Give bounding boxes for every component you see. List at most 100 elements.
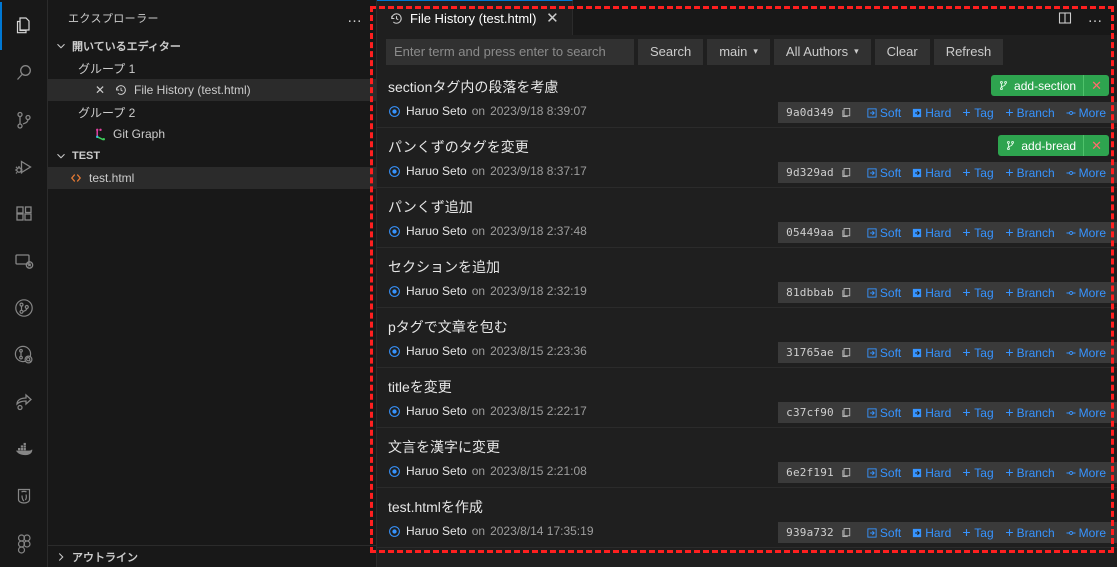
section-workspace-test[interactable]: TEST [48, 145, 376, 167]
hard-reset-action[interactable]: Hard [906, 226, 956, 240]
hard-reset-action[interactable]: Hard [906, 286, 956, 300]
add-branch-action[interactable]: Branch [999, 526, 1060, 540]
more-action[interactable]: More [1060, 166, 1111, 180]
search-input[interactable] [386, 38, 634, 65]
copy-hash-icon[interactable] [839, 225, 855, 241]
copy-hash-icon[interactable] [839, 165, 855, 181]
open-editor-file-history[interactable]: ✕ File History (test.html) [48, 79, 376, 101]
hard-reset-action[interactable]: Hard [906, 166, 956, 180]
hard-reset-action[interactable]: Hard [906, 406, 956, 420]
more-action[interactable]: More [1060, 226, 1111, 240]
more-icon [1065, 467, 1077, 479]
section-outline[interactable]: アウトライン [48, 545, 376, 567]
activity-item-postgresql[interactable] [0, 473, 48, 520]
run-debug-icon [12, 155, 36, 179]
commit-row[interactable]: sectionタグ内の段落を考慮 Haruo Seto on 2023/9/18 8:… [377, 68, 1117, 128]
refresh-button[interactable]: Refresh [933, 38, 1004, 65]
commit-row[interactable]: セクションを追加 Haruo Seto on 2023/9/18 2:32:19 81d… [377, 248, 1117, 308]
activity-item-search[interactable] [0, 49, 48, 96]
copy-hash-icon[interactable] [839, 465, 855, 481]
commit-row[interactable]: titleを変更 Haruo Seto on 2023/8/15 2:22:17 c37… [377, 368, 1117, 428]
section-open-editors[interactable]: 開いているエディター [48, 35, 376, 57]
branch-ref-badge[interactable]: add-section ✕ [991, 75, 1109, 96]
close-icon[interactable]: ✕ [92, 82, 108, 98]
copy-hash-icon[interactable] [839, 525, 855, 541]
soft-reset-action[interactable]: Soft [861, 286, 906, 300]
more-action[interactable]: More [1060, 466, 1111, 480]
add-branch-action[interactable]: Branch [999, 166, 1060, 180]
close-icon[interactable]: ✕ [1083, 135, 1109, 156]
add-branch-label: Branch [1016, 525, 1055, 540]
close-icon[interactable]: ✕ [1083, 75, 1109, 96]
activity-item-git-history[interactable] [0, 332, 48, 379]
add-branch-action[interactable]: Branch [999, 286, 1060, 300]
add-branch-action[interactable]: Branch [999, 406, 1060, 420]
activity-item-docker[interactable] [0, 426, 48, 473]
activity-item-source-control[interactable] [0, 96, 48, 143]
add-tag-action[interactable]: Tag [956, 286, 998, 300]
add-tag-action[interactable]: Tag [956, 526, 998, 540]
more-action[interactable]: More [1060, 406, 1111, 420]
more-action[interactable]: More [1060, 346, 1111, 360]
soft-reset-action[interactable]: Soft [861, 106, 906, 120]
activity-item-explorer[interactable] [0, 2, 48, 51]
add-tag-action[interactable]: Tag [956, 406, 998, 420]
sidebar-more-actions-icon[interactable]: … [341, 10, 368, 25]
branch-filter-dropdown[interactable]: main ▾ [707, 38, 770, 65]
add-tag-action[interactable]: Tag [956, 466, 998, 480]
commit-date: 2023/8/15 2:23:36 [490, 344, 587, 358]
activity-item-share[interactable] [0, 379, 48, 426]
activity-item-figma[interactable] [0, 520, 48, 567]
add-branch-label: Branch [1016, 465, 1055, 480]
more-action[interactable]: More [1060, 286, 1111, 300]
clear-button[interactable]: Clear [874, 38, 930, 65]
soft-reset-action[interactable]: Soft [861, 226, 906, 240]
add-branch-action[interactable]: Branch [999, 106, 1060, 120]
add-tag-action[interactable]: Tag [956, 346, 998, 360]
commit-row[interactable]: test.htmlを作成 Haruo Seto on 2023/8/14 17:35:… [377, 488, 1117, 548]
soft-reset-action[interactable]: Soft [861, 346, 906, 360]
soft-reset-action[interactable]: Soft [861, 526, 906, 540]
tab-file-history[interactable]: File History (test.html) ✕ [377, 0, 574, 35]
copy-hash-icon[interactable] [839, 345, 855, 361]
commit-on-label: on [471, 464, 486, 478]
add-tag-action[interactable]: Tag [956, 226, 998, 240]
hard-reset-action[interactable]: Hard [906, 346, 956, 360]
add-tag-action[interactable]: Tag [956, 166, 998, 180]
open-editor-git-graph[interactable]: Git Graph [48, 123, 376, 145]
more-action[interactable]: More [1060, 526, 1111, 540]
hard-reset-action[interactable]: Hard [906, 106, 956, 120]
commit-row[interactable]: pタグで文章を包む Haruo Seto on 2023/8/15 2:23:36 31… [377, 308, 1117, 368]
branch-ref-badge[interactable]: add-bread ✕ [998, 135, 1109, 156]
plus-icon [1004, 467, 1015, 478]
more-icon [1065, 167, 1077, 179]
split-editor-icon[interactable] [1051, 4, 1079, 32]
hard-reset-action[interactable]: Hard [906, 466, 956, 480]
editor-more-actions-icon[interactable]: … [1081, 4, 1109, 32]
soft-reset-action[interactable]: Soft [861, 166, 906, 180]
more-label: More [1078, 465, 1106, 480]
commit-row[interactable]: パンくずのタグを変更 Haruo Seto on 2023/9/18 8:37:17 a… [377, 128, 1117, 188]
commit-row[interactable]: 文言を漢字に変更 Haruo Seto on 2023/8/15 2:21:08 6e2… [377, 428, 1117, 488]
copy-hash-icon[interactable] [839, 405, 855, 421]
activity-item-git-graph[interactable] [0, 284, 48, 331]
activity-item-run-and-debug[interactable] [0, 143, 48, 190]
activity-item-remote-explorer[interactable] [0, 237, 48, 284]
copy-hash-icon[interactable] [839, 105, 855, 121]
close-icon[interactable]: ✕ [542, 8, 562, 28]
add-branch-action[interactable]: Branch [999, 226, 1060, 240]
file-item-test-html[interactable]: test.html [48, 167, 376, 189]
soft-reset-action[interactable]: Soft [861, 406, 906, 420]
add-branch-action[interactable]: Branch [999, 346, 1060, 360]
branch-icon [991, 80, 1012, 91]
activity-item-extensions[interactable] [0, 190, 48, 237]
add-branch-action[interactable]: Branch [999, 466, 1060, 480]
more-action[interactable]: More [1060, 106, 1111, 120]
copy-hash-icon[interactable] [839, 285, 855, 301]
author-filter-dropdown[interactable]: All Authors ▾ [773, 38, 871, 65]
hard-reset-action[interactable]: Hard [906, 526, 956, 540]
add-tag-action[interactable]: Tag [956, 106, 998, 120]
search-button[interactable]: Search [638, 38, 704, 65]
soft-reset-action[interactable]: Soft [861, 466, 906, 480]
commit-row[interactable]: パンくず追加 Haruo Seto on 2023/9/18 2:37:48 05449… [377, 188, 1117, 248]
